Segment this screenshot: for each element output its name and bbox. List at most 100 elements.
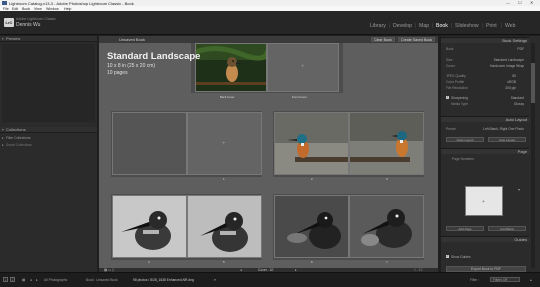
module-separator: | — [432, 23, 434, 29]
catalog-label: Adobe Lightroom Classic — [16, 17, 56, 21]
setting-label: Color Profile — [446, 80, 465, 84]
filter-label: Filter : — [470, 278, 480, 282]
back-icon[interactable]: ◂ — [30, 278, 32, 282]
show-guides-label: Show Guides — [451, 255, 471, 259]
auto-layout-button[interactable]: Auto Layout — [488, 137, 526, 142]
menu-file[interactable]: File — [3, 7, 9, 11]
collection-item[interactable]: ▸ Smart Collections — [2, 143, 32, 147]
page-4[interactable] — [112, 195, 187, 258]
add-photo-icon: + — [482, 199, 485, 205]
guides-header[interactable]: Guides — [441, 236, 529, 242]
page-numbers-label: Page Numbers — [452, 157, 474, 161]
create-saved-book-button[interactable]: Create Saved Book — [398, 37, 436, 42]
page-1[interactable]: + — [187, 112, 262, 175]
add-photo-icon: + — [222, 141, 226, 147]
book-size: 10 x 8 in (25 x 20 cm) — [107, 63, 156, 69]
add-page-button[interactable]: Add Page — [446, 226, 484, 231]
expand-icon: ▸ — [2, 143, 4, 147]
sharpening-select[interactable]: Standard — [500, 96, 524, 100]
front-cover-page[interactable]: + — [267, 43, 339, 92]
clear-layout-button[interactable]: Clear Layout — [446, 137, 484, 142]
grid-view-icon[interactable]: ▦ — [22, 278, 25, 282]
auto-layout-header[interactable]: Auto Layout — [441, 116, 529, 122]
right-panel-scrollbar[interactable] — [531, 43, 535, 268]
book-page-count: 10 pages — [107, 70, 128, 76]
add-blank-button[interactable]: Add Blank — [488, 226, 526, 231]
page-2[interactable] — [274, 112, 349, 175]
module-separator: | — [415, 23, 417, 29]
auto-layout-preset-select[interactable]: Left Blank, Right One Photo — [470, 127, 524, 131]
book-canvas: + Back Cover Front Cover + 1 2 3 4 5 6 7 — [99, 43, 438, 271]
user-name: Dennis Wu — [16, 22, 41, 28]
source-label[interactable]: All Photographs — [44, 278, 67, 282]
minimize-button[interactable]: — — [506, 0, 510, 5]
setting-label: Media Type — [451, 102, 468, 106]
color-profile-value[interactable]: sRGB — [500, 80, 516, 84]
collections-panel-header[interactable]: ▾ Collections — [0, 127, 97, 133]
collapse-icon: ▾ — [2, 128, 4, 132]
back-cover-label: Back Cover — [220, 95, 235, 99]
menu-window[interactable]: Window — [46, 7, 59, 11]
page-6[interactable] — [274, 195, 349, 258]
module-web[interactable]: Web — [505, 23, 516, 29]
maximize-button[interactable]: ☐ — [518, 0, 522, 5]
preview-label: Preview — [6, 36, 21, 41]
dropdown-icon[interactable]: ▾ — [214, 278, 216, 282]
page-template-preview[interactable]: + — [465, 186, 503, 216]
kingfisher-photo — [350, 113, 423, 174]
module-library[interactable]: Library — [370, 23, 386, 29]
file-resolution-value[interactable]: 300 ppi — [496, 86, 516, 90]
cover-select[interactable]: Hardcover Image Wrap — [468, 64, 524, 68]
template-dropdown-icon[interactable]: ▾ — [518, 187, 520, 192]
media-type-select[interactable]: Glossy — [500, 102, 524, 106]
setting-label: Book — [446, 47, 454, 51]
filmstrip-bar — [0, 272, 540, 287]
close-button[interactable]: ✕ — [530, 0, 533, 5]
page-1-button[interactable]: 1 — [3, 277, 8, 282]
module-map[interactable]: Map — [419, 23, 429, 29]
preview-panel-header[interactable]: ▾ Preview — [0, 36, 97, 42]
collection-item[interactable]: ▸ Filter Collections — [2, 136, 30, 140]
book-title: Standard Landscape — [107, 51, 201, 62]
page-blank[interactable] — [112, 112, 187, 175]
collections-label: Collections — [6, 127, 26, 132]
module-develop[interactable]: Develop — [393, 23, 412, 29]
sharpening-checkbox[interactable]: ✓ — [446, 96, 449, 99]
show-guides-checkbox[interactable]: ✓ — [446, 255, 449, 258]
scrollbar-thumb[interactable] — [531, 63, 535, 103]
page-2-button[interactable]: 2 — [10, 277, 15, 282]
setting-label: JPEG Quality — [446, 74, 466, 78]
filter-select[interactable]: Filters Off — [490, 277, 520, 282]
module-separator: | — [501, 23, 503, 29]
menu-book[interactable]: Book — [22, 7, 30, 11]
module-slideshow[interactable]: Slideshow — [455, 23, 479, 29]
book-format-select[interactable]: PDF — [496, 47, 524, 51]
setting-label: Sharpening — [451, 96, 468, 100]
page-header[interactable]: Page — [441, 148, 529, 154]
filmstrip-toggle-icon[interactable]: ▴ — [530, 278, 532, 282]
book-settings-header[interactable]: Book Settings — [441, 37, 529, 43]
module-separator: | — [389, 23, 391, 29]
menu-edit[interactable]: Edit — [12, 7, 18, 11]
page-number: 5 — [223, 260, 225, 264]
page-number: 7 — [386, 260, 388, 264]
clear-book-button[interactable]: Clear Book — [371, 37, 395, 42]
forward-icon[interactable]: ▸ — [36, 278, 38, 282]
photo-count: 98 photos / 8/28_1638 Enhanced-NR.dng — [133, 278, 194, 282]
book-path: Book : Unsaved Book — [86, 278, 118, 282]
kingfisher-photo — [196, 44, 266, 91]
book-size-select[interactable]: Standard Landscape — [472, 58, 524, 62]
page-7[interactable] — [349, 195, 424, 258]
jpeg-quality-value[interactable]: 80 — [504, 74, 516, 78]
page-3[interactable] — [349, 112, 424, 175]
module-print[interactable]: Print — [486, 23, 497, 29]
menu-view[interactable]: View — [34, 7, 42, 11]
menu-help[interactable]: Help — [64, 7, 71, 11]
page-5[interactable] — [187, 195, 262, 258]
back-cover-page[interactable] — [195, 43, 267, 92]
module-book[interactable]: Book — [436, 23, 448, 29]
page-number: 2 — [311, 177, 313, 181]
book-name: Unsaved Book — [119, 37, 146, 42]
setting-label: Size — [446, 58, 453, 62]
expand-icon: ▸ — [2, 136, 4, 140]
